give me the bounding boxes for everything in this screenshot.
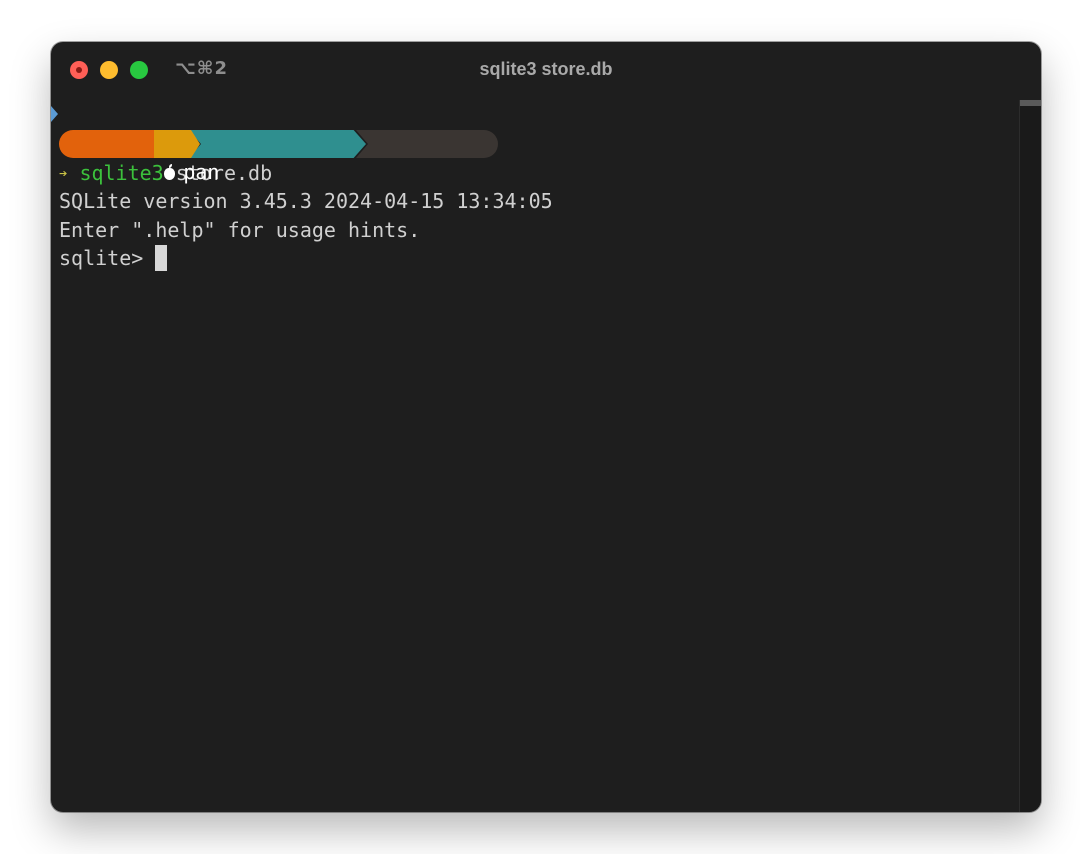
prompt-user-segment: pan	[59, 130, 219, 184]
text-cursor	[155, 245, 168, 271]
scrollbar[interactable]	[1019, 100, 1041, 812]
prompt-bar: 20:38 v3.10.13 ~ pan	[59, 130, 1009, 184]
mark-indicator-icon	[51, 106, 58, 122]
scrollbar-thumb[interactable]	[1020, 100, 1041, 106]
output-line: Enter ".help" for usage hints.	[59, 217, 421, 242]
titlebar: ⌥⌘2 sqlite3 store.db	[51, 42, 1041, 98]
window-title: sqlite3 store.db	[479, 59, 613, 79]
terminal-window: ⌥⌘2 sqlite3 store.db 20:38 v3.10.13 ~ pa…	[51, 42, 1041, 812]
sqlite-prompt: sqlite>	[59, 246, 144, 270]
prompt-user: pan	[183, 160, 220, 184]
output-line: SQLite version 3.45.3 2024-04-15 13:34:0…	[59, 189, 553, 213]
apple-icon	[164, 164, 176, 180]
prompt-time-segment: 20:38	[356, 130, 498, 158]
terminal-content[interactable]: 20:38 v3.10.13 ~ pan ➔sqlite3 store.db S…	[59, 130, 1009, 273]
prompt-python-segment: v3.10.13	[189, 130, 366, 158]
sqlite-prompt-line[interactable]: sqlite>	[59, 244, 1009, 273]
